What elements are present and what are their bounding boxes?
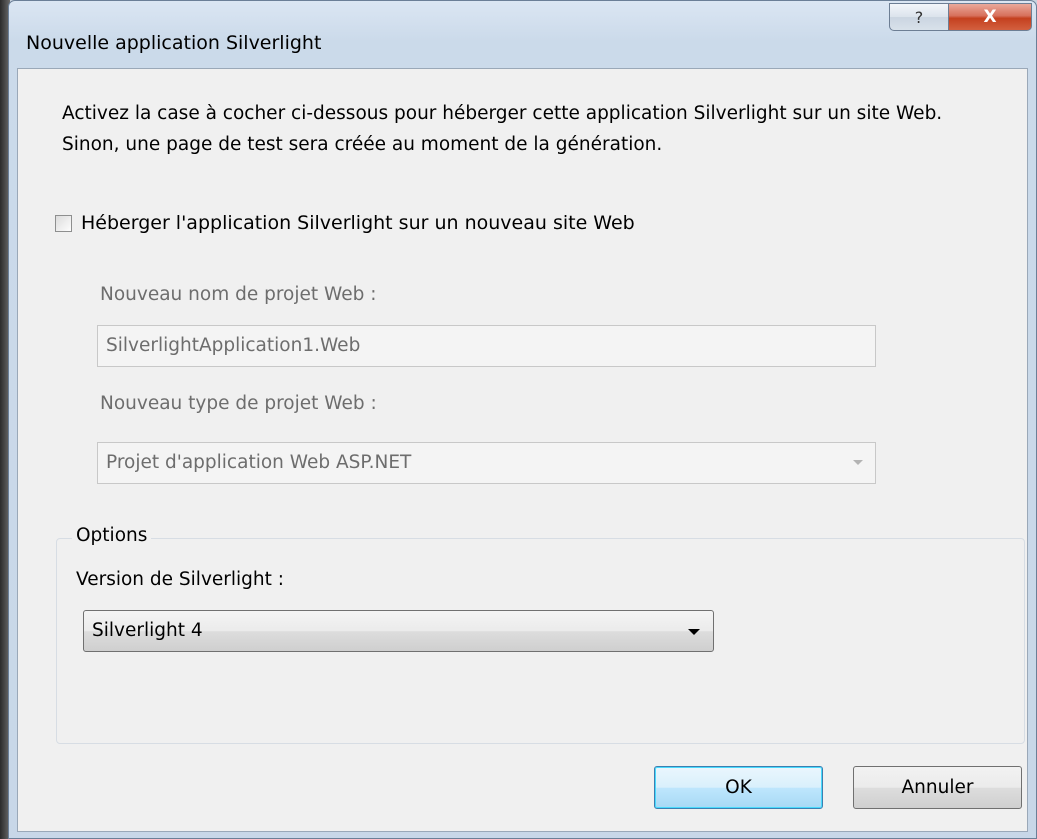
web-project-type-label: Nouveau type de projet Web :	[100, 393, 377, 414]
silverlight-version-select[interactable]: Silverlight 4	[83, 610, 714, 652]
dropdown-arrow-icon[interactable]	[688, 629, 700, 635]
help-icon: ?	[914, 7, 924, 27]
chevron-down-icon	[853, 460, 863, 465]
host-checkbox-label[interactable]: Héberger l'application Silverlight sur u…	[81, 212, 635, 234]
dialog-window: Nouvelle application Silverlight ? X Act…	[8, 0, 1037, 839]
close-button[interactable]: X	[948, 3, 1032, 31]
web-project-type-select: Projet d'application Web ASP.NET	[97, 442, 876, 484]
intro-text: Activez la case à cocher ci-dessous pour…	[62, 103, 943, 155]
help-button[interactable]: ?	[889, 3, 949, 31]
window-title: Nouvelle application Silverlight	[26, 32, 322, 54]
dialog-body: Activez la case à cocher ci-dessous pour…	[17, 68, 1028, 832]
ok-button[interactable]: OK	[654, 766, 823, 809]
cancel-button[interactable]: Annuler	[853, 766, 1022, 809]
silverlight-version-label: Version de Silverlight :	[76, 569, 284, 590]
silverlight-version-value: Silverlight 4	[92, 620, 203, 641]
web-project-name-value: SilverlightApplication1.Web	[106, 335, 361, 356]
host-checkbox[interactable]	[55, 214, 72, 232]
options-group-title: Options	[72, 525, 152, 546]
web-project-name-input: SilverlightApplication1.Web	[97, 325, 876, 367]
web-project-name-label: Nouveau nom de projet Web :	[100, 284, 377, 305]
close-icon: X	[983, 7, 997, 27]
host-checkbox-row[interactable]: Héberger l'application Silverlight sur u…	[55, 212, 635, 234]
web-project-type-value: Projet d'application Web ASP.NET	[106, 452, 412, 473]
